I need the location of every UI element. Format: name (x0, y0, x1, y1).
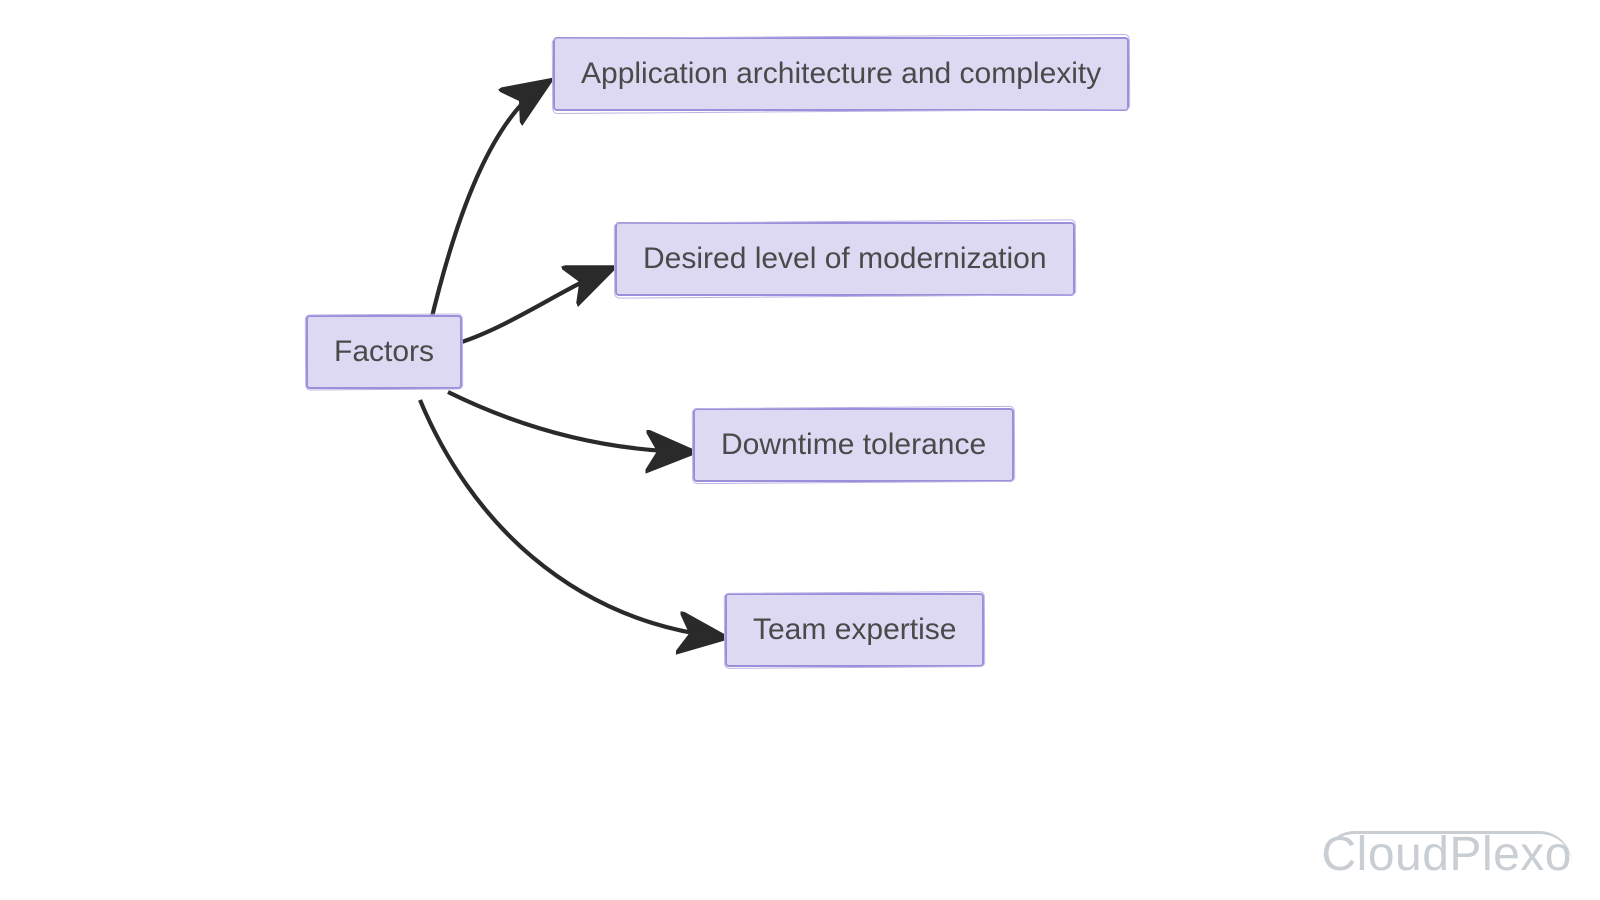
edge-to-child-0 (430, 84, 545, 325)
edge-to-child-3 (420, 400, 720, 637)
child-node-0: Application architecture and complexity (553, 37, 1129, 111)
child-node-1: Desired level of modernization (615, 222, 1075, 296)
root-node: Factors (306, 315, 462, 389)
edge-to-child-1 (452, 270, 608, 345)
watermark-arc-icon (1322, 831, 1572, 864)
watermark-logo: CloudPlexo (1322, 827, 1572, 882)
child-node-3-label: Team expertise (753, 613, 956, 647)
child-node-0-label: Application architecture and complexity (581, 57, 1101, 91)
child-node-2-label: Downtime tolerance (721, 428, 986, 462)
child-node-3: Team expertise (725, 593, 984, 667)
child-node-1-label: Desired level of modernization (643, 242, 1047, 276)
edge-to-child-2 (448, 392, 688, 452)
root-node-label: Factors (334, 335, 434, 369)
child-node-2: Downtime tolerance (693, 408, 1014, 482)
